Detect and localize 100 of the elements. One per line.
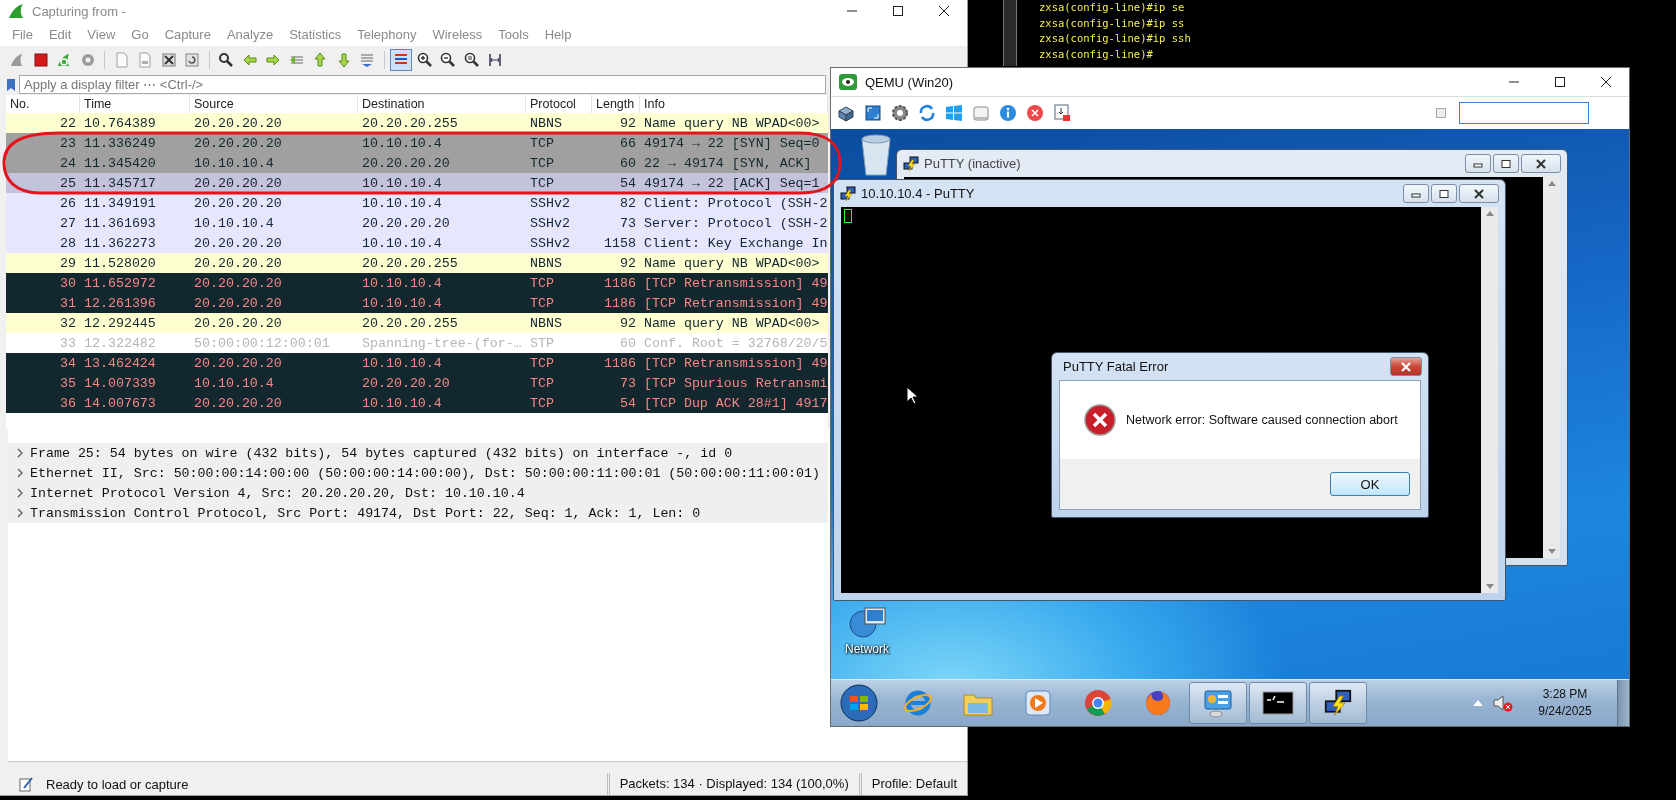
packet-protocol: SSHv2: [529, 195, 571, 211]
taskbar-button[interactable]: [1249, 682, 1307, 724]
detail-row[interactable]: Frame 25: 54 bytes on wire (432 bits), 54 bytes captured (432 bits) on interface -, id 0: [8, 443, 828, 463]
packet-number: 32: [59, 315, 77, 331]
menu-item[interactable]: Edit: [40, 26, 80, 42]
taskbar-button[interactable]: [1309, 682, 1367, 724]
zoom-out-icon: [440, 52, 456, 68]
clock[interactable]: 3:28 PM 9/24/2025: [1523, 686, 1607, 720]
packet-row[interactable]: 34 13.462424 20.20.20.20 10.10.10.4 TCP 1186 [TCP Retransmission] 49: [6, 353, 828, 373]
packet-protocol: TCP: [529, 155, 555, 171]
window-title: 10.10.10.4 - PuTTY: [861, 186, 975, 201]
packet-time: 11.345420: [83, 155, 157, 171]
toolbar-button[interactable]: [889, 102, 911, 124]
packet-destination: 10.10.10.4: [361, 235, 443, 251]
packet-info: 22 → 49174 [SYN, ACK]: [643, 155, 813, 171]
scrollbar[interactable]: [1481, 207, 1498, 593]
up-arrow-icon: [312, 52, 328, 68]
packet-row[interactable]: 32 12.292445 20.20.20.20 20.20.20.255 NBNS 92 Name query NB WPAD<00>: [6, 313, 828, 333]
menu-item[interactable]: Capture: [156, 26, 219, 42]
packet-time: 11.652972: [83, 275, 157, 291]
packet-length: 60: [619, 155, 637, 171]
close-icon: [938, 5, 950, 17]
show-desktop-button[interactable]: [1617, 680, 1629, 726]
terminal-icon: [1262, 690, 1294, 716]
maximize-button[interactable]: [1493, 154, 1519, 173]
packet-destination: 20.20.20.20: [361, 215, 451, 231]
packet-time: 14.007673: [83, 395, 157, 411]
close-icon: [1535, 158, 1547, 169]
packet-time: 10.764389: [83, 115, 157, 131]
packet-info: 49174 → 22 [SYN] Seq=0: [643, 135, 821, 151]
packet-destination: 20.20.20.20: [361, 375, 451, 391]
packet-row[interactable]: 30 11.652972 20.20.20.20 10.10.10.4 TCP 1186 [TCP Retransmission] 49: [6, 273, 828, 293]
ok-button[interactable]: OK: [1330, 472, 1410, 496]
scrollbar[interactable]: [1003, 0, 1017, 66]
packet-row[interactable]: 25 11.345717 20.20.20.20 10.10.10.4 TCP 54 49174 → 22 [ACK] Seq=1: [6, 173, 828, 193]
packet-length: 1186: [603, 295, 637, 311]
down-arrow-icon: [335, 52, 352, 68]
bookmark-icon: [6, 77, 16, 92]
packet-source: 20.20.20.20: [193, 255, 283, 271]
packet-time: 11.361693: [83, 215, 157, 231]
up-caret-icon: [1473, 700, 1483, 706]
packet-info: Name query NB WPAD<00>: [643, 115, 821, 131]
packet-number: 28: [59, 235, 77, 251]
input-field[interactable]: [1459, 102, 1589, 124]
packet-source: 20.20.20.20: [193, 275, 283, 291]
packet-number: 29: [59, 255, 77, 271]
close-button[interactable]: [1390, 357, 1422, 376]
menu-item[interactable]: Go: [123, 26, 157, 42]
packet-row[interactable]: 28 11.362273 20.20.20.20 10.10.10.4 SSHv2 1158 Client: Key Exchange In: [6, 233, 828, 253]
desktop-icon-label: Network: [845, 642, 889, 656]
packet-time: 12.292445: [83, 315, 157, 331]
packet-protocol: STP: [529, 335, 555, 351]
packet-number: 35: [59, 375, 77, 391]
window-title: QEMU (Win20): [865, 74, 954, 90]
menu-item[interactable]: View: [79, 26, 124, 42]
packet-time: 14.007339: [83, 375, 157, 391]
packet-time: 11.336249: [83, 135, 157, 151]
packet-destination: 10.10.10.4: [361, 295, 443, 311]
packet-destination: 10.10.10.4: [361, 275, 443, 291]
packet-protocol: NBNS: [529, 115, 563, 131]
packet-source: 10.10.10.4: [193, 155, 275, 171]
packet-time: 12.261396: [83, 295, 157, 311]
packet-number: 22: [59, 115, 77, 131]
packet-length: 1186: [603, 275, 637, 291]
packet-source: 20.20.20.20: [193, 355, 283, 371]
packet-row[interactable]: 27 11.361693 10.10.10.4 20.20.20.20 SSHv2 73 Server: Protocol (SSH-2: [6, 213, 828, 233]
packet-destination: 20.20.20.20: [361, 155, 451, 171]
menu-item[interactable]: Wireless: [424, 26, 491, 42]
menu-item[interactable]: Statistics: [281, 26, 350, 42]
packet-source: 20.20.20.20: [193, 175, 283, 191]
detail-row[interactable]: Transmission Control Protocol, Src Port: 49174, Dst Port: 22, Seq: 1, Ack: 1, Len: 0: [8, 503, 828, 523]
key-icon: [972, 104, 990, 122]
window-title: PuTTY (inactive): [924, 156, 1021, 171]
close-button[interactable]: [1459, 184, 1499, 203]
packet-row[interactable]: 35 14.007339 10.10.10.4 20.20.20.20 TCP 73 [TCP Spurious Retransmi: [6, 373, 828, 393]
notepad-pencil-icon: [18, 776, 34, 792]
shark-fin-icon: [8, 3, 24, 19]
maximize-button[interactable]: [1431, 184, 1457, 203]
menu-item[interactable]: Analyze: [218, 26, 282, 42]
close-button[interactable]: [1521, 154, 1561, 173]
menu-item[interactable]: Telephony: [349, 26, 425, 42]
play-icon: [1023, 688, 1053, 718]
packet-length: 92: [619, 315, 637, 331]
checkbox[interactable]: [1436, 108, 1446, 118]
up-caret-icon: [1485, 211, 1494, 216]
packet-row[interactable]: 24 11.345420 10.10.10.4 20.20.20.20 TCP 60 22 → 49174 [SYN, ACK]: [6, 153, 828, 173]
packet-row[interactable]: 36 14.007673 20.20.20.20 10.10.10.4 TCP 54 [TCP Dup ACK 28#1] 4917: [6, 393, 828, 413]
packet-destination: 10.10.10.4: [361, 395, 443, 411]
menu-item[interactable]: Tools: [490, 26, 537, 42]
packet-row[interactable]: 26 11.349191 20.20.20.20 10.10.10.4 SSHv2 82 Client: Protocol (SSH-2: [6, 193, 828, 213]
filter-field[interactable]: Apply a display filter ⋯ <Ctrl-/>: [19, 75, 826, 94]
packet-counts: Packets: 134 · Displayed: 134 (100,0%): [606, 773, 859, 795]
detail-row[interactable]: Internet Protocol Version 4, Src: 20.20.20.20, Dst: 10.10.10.4: [8, 483, 828, 503]
detail-text: Frame 25: 54 bytes on wire (432 bits), 54 bytes captured (432 bits) on interface -, id 0: [30, 445, 733, 461]
detail-row[interactable]: Ethernet II, Src: 50:00:00:14:00:00 (50:00:00:14:00:00), Dst: 50:00:00:11:00:01 (50:00:00:11:00:01): [8, 463, 828, 483]
scrollbar[interactable]: [1543, 177, 1560, 558]
toolbar-button[interactable]: [862, 102, 884, 124]
packet-row[interactable]: 29 11.528020 20.20.20.20 20.20.20.255 NBNS 92 Name query NB WPAD<00>: [6, 253, 828, 273]
packet-row[interactable]: 22 10.764389 20.20.20.20 20.20.20.255 NBNS 92 Name query NB WPAD<00>: [6, 113, 828, 133]
packet-row[interactable]: 31 12.261396 20.20.20.20 10.10.10.4 TCP 1186 [TCP Retransmission] 49: [6, 293, 828, 313]
